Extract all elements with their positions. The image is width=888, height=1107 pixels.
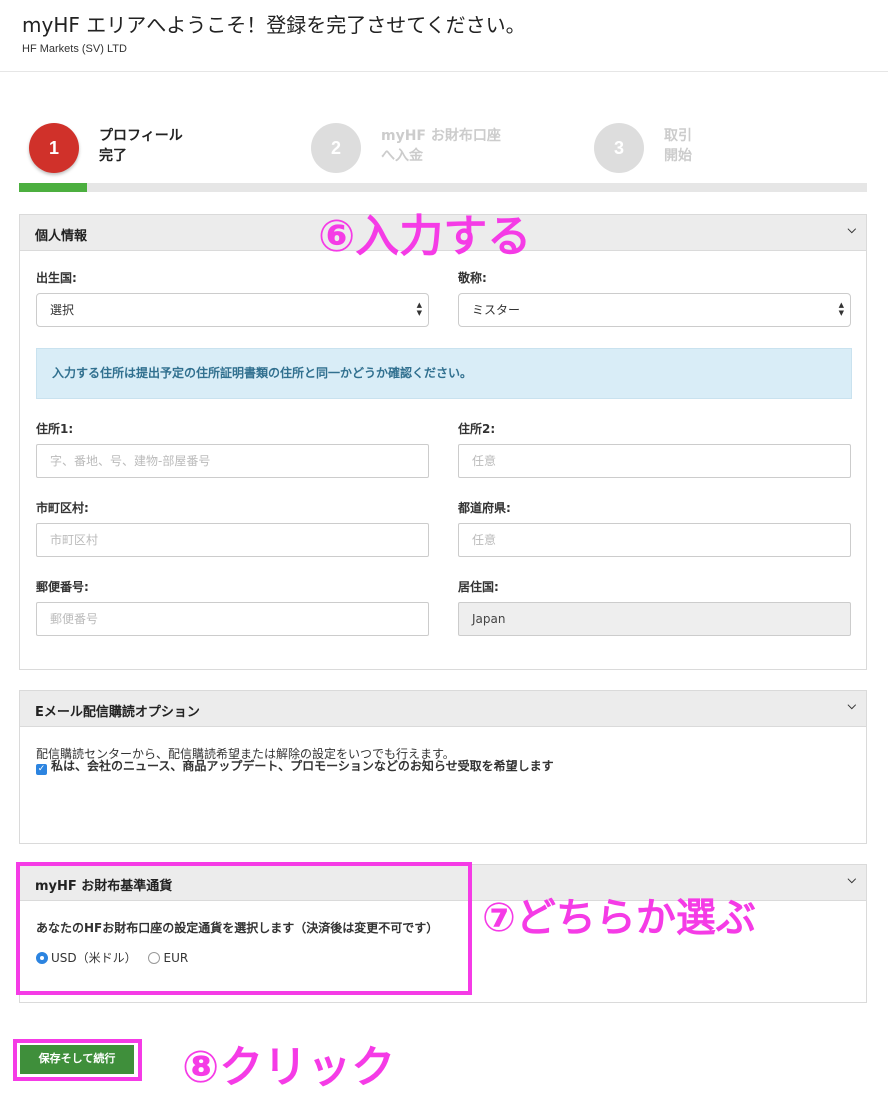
step-1-number: 1 <box>29 123 79 173</box>
progress-bar <box>19 183 867 192</box>
annotation-step-7: ⑦どちらか選ぶ <box>482 895 756 941</box>
address-info-alert: 入力する住所は提出予定の住所証明書類の住所と同一かどうか確認ください。 <box>36 348 852 399</box>
prefecture-input[interactable]: 任意 <box>458 523 851 557</box>
select-arrows-icon: ▲ ▼ <box>416 301 422 317</box>
newsletter-checkbox-row[interactable]: ✓ 私は、会社のニュース、商品アップデート、プロモーションなどのお知らせ受取を希望… <box>36 757 554 775</box>
address1-input[interactable]: 字、番地、号、建物-部屋番号 <box>36 444 429 478</box>
step-1-label: プロフィール 完了 <box>99 128 183 164</box>
page-title: myHF エリアへようこそ！登録を完了させてください。 <box>22 13 526 37</box>
chevron-down-icon[interactable]: ⌵ <box>848 873 856 887</box>
personal-info-title: 個人情報 <box>35 229 88 244</box>
postal-code-input[interactable]: 郵便番号 <box>36 602 429 636</box>
email-subscription-panel: Eメール配信購読オプション ⌵ 配信購読センターから、配信購読希望または解除の設… <box>19 690 867 844</box>
step-2-label: myHF お財布口座 へ入金 <box>381 128 501 164</box>
prefecture-label: 都道府県: <box>458 501 511 515</box>
page-header: myHF エリアへようこそ！登録を完了させてください。 HF Markets (… <box>0 0 888 72</box>
chevron-down-icon[interactable]: ⌵ <box>848 223 856 237</box>
personal-info-panel: 個人情報 ⌵ 出生国: 選択 ▲ ▼ 敬称: ミスター ▲ ▼ 入力する住所は提出予… <box>19 214 867 670</box>
button-highlight-box <box>13 1039 142 1081</box>
birth-country-label: 出生国: <box>36 271 77 285</box>
residence-country-field: Japan <box>458 602 851 636</box>
annotation-step-8: ⑧クリック <box>182 1042 396 1093</box>
select-arrows-icon: ▲ ▼ <box>838 301 844 317</box>
company-name: HF Markets (SV) LTD <box>22 43 127 55</box>
residence-country-label: 居住国: <box>458 580 499 594</box>
address1-label: 住所1: <box>36 422 74 436</box>
newsletter-checkbox-label: 私は、会社のニュース、商品アップデート、プロモーションなどのお知らせ受取を希望し… <box>51 759 554 773</box>
step-3-number: 3 <box>594 123 644 173</box>
annotation-step-6: ⑥入力する <box>318 211 532 262</box>
salutation-label: 敬称: <box>458 271 487 285</box>
currency-highlight-box <box>16 862 472 995</box>
chevron-down-icon[interactable]: ⌵ <box>848 699 856 713</box>
city-label: 市町区村: <box>36 501 89 515</box>
address2-label: 住所2: <box>458 422 496 436</box>
birth-country-select[interactable]: 選択 ▲ ▼ <box>36 293 429 327</box>
address2-input[interactable]: 任意 <box>458 444 851 478</box>
postal-code-label: 郵便番号: <box>36 580 89 594</box>
city-input[interactable]: 市町区村 <box>36 523 429 557</box>
step-2-number: 2 <box>311 123 361 173</box>
email-subscription-header[interactable]: Eメール配信購読オプション ⌵ <box>20 691 866 727</box>
progress-fill <box>19 183 87 192</box>
salutation-select[interactable]: ミスター ▲ ▼ <box>458 293 851 327</box>
step-3-label: 取引 開始 <box>664 128 692 164</box>
checkbox-checked-icon[interactable]: ✓ <box>36 764 47 775</box>
email-subscription-title: Eメール配信購読オプション <box>35 705 200 720</box>
